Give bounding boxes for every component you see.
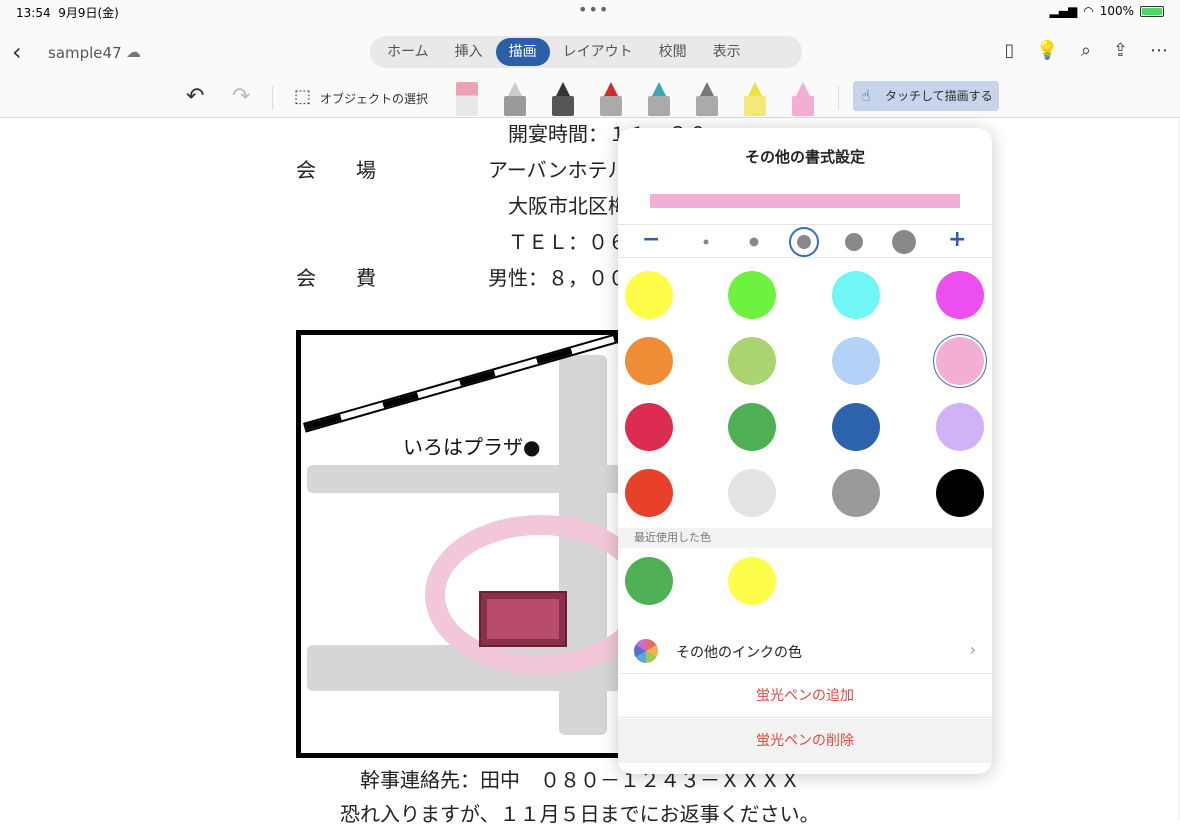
recent-color-swatch[interactable] xyxy=(625,557,673,605)
battery-percent: 100% xyxy=(1099,4,1134,18)
app-header: ‹ sample47 ☁ ホーム 挿入 描画 レイアウト 校閲 表示 ▯ 💡 ⌕… xyxy=(0,24,1180,80)
ribbon-tabs: ホーム 挿入 描画 レイアウト 校閲 表示 xyxy=(370,36,802,68)
add-highlighter-button[interactable]: 蛍光ペンの追加 xyxy=(618,674,992,718)
color-swatch-crimson[interactable] xyxy=(625,403,673,451)
tab-view[interactable]: 表示 xyxy=(700,38,754,66)
tab-insert[interactable]: 挿入 xyxy=(442,38,496,66)
color-swatch-red[interactable] xyxy=(625,469,673,517)
more-ink-colors-row[interactable]: その他のインクの色 › xyxy=(618,628,992,674)
highlighter-pink-tool[interactable] xyxy=(792,82,814,116)
toolbar-divider xyxy=(838,86,839,110)
multitask-dots-icon[interactable]: ••• xyxy=(578,0,609,19)
popup-title: その他の書式設定 xyxy=(744,148,865,166)
undo-icon[interactable]: ↶ xyxy=(186,84,204,109)
color-swatch-light-blue[interactable] xyxy=(832,337,880,385)
select-objects-icon[interactable]: ⬚ xyxy=(294,86,311,107)
tab-home[interactable]: ホーム xyxy=(374,38,442,66)
highlighter-yellow-tool[interactable] xyxy=(744,82,766,116)
document-name[interactable]: sample47 xyxy=(48,44,122,62)
share-icon[interactable]: ⇪ xyxy=(1113,40,1128,61)
color-swatch-lavender[interactable] xyxy=(936,403,984,451)
size-option[interactable] xyxy=(703,239,709,245)
signal-icon: ▂▄▆ xyxy=(1049,4,1078,18)
pen-gray-tool[interactable] xyxy=(696,82,718,116)
format-popup: その他の書式設定 − + 最近使用した色 その他のインクの色 › 蛍光ペンの追加… xyxy=(618,128,992,774)
tab-layout[interactable]: レイアウト xyxy=(550,38,646,66)
lightbulb-icon[interactable]: 💡 xyxy=(1036,40,1058,61)
map-building xyxy=(479,591,567,647)
decrease-size-button[interactable]: − xyxy=(642,227,660,252)
eraser-tool[interactable] xyxy=(456,82,478,116)
doc-line: 会 場 xyxy=(296,158,376,182)
draw-toolbar: ↶ ↷ ⬚ オブジェクトの選択 xyxy=(0,80,1180,118)
tab-draw[interactable]: 描画 xyxy=(495,38,550,66)
chevron-right-icon: › xyxy=(969,640,976,659)
recent-colors-label: 最近使用した色 xyxy=(618,528,992,548)
mobile-view-icon[interactable]: ▯ xyxy=(1004,40,1014,61)
touch-hand-icon: ☝ xyxy=(861,86,871,105)
color-swatch-blue[interactable] xyxy=(832,403,880,451)
color-swatch-magenta[interactable] xyxy=(936,271,984,319)
toolbar-divider xyxy=(272,86,273,110)
stroke-preview xyxy=(650,194,960,208)
status-right: ▂▄▆ ◠ 100% xyxy=(1050,4,1164,18)
color-swatch-cyan[interactable] xyxy=(832,271,880,319)
wifi-icon: ◠ xyxy=(1083,4,1094,18)
touch-draw-label: タッチして描画する xyxy=(885,89,993,103)
search-icon[interactable]: ⌕ xyxy=(1081,40,1091,61)
header-icons: ▯ 💡 ⌕ ⇪ ⋯ xyxy=(1004,40,1168,61)
more-options-icon[interactable]: ⋯ xyxy=(1150,40,1168,61)
doc-line: アーバンホテル xyxy=(488,158,628,182)
status-time: 13:54 9月9日(金) xyxy=(16,6,119,20)
doc-line: 大阪市北区梅 xyxy=(508,194,628,218)
pencil-tool[interactable] xyxy=(504,82,526,116)
tab-review[interactable]: 校閲 xyxy=(646,38,700,66)
color-swatch-lime[interactable] xyxy=(728,337,776,385)
color-swatch-pink-selected[interactable] xyxy=(936,337,984,385)
more-ink-colors-label: その他のインクの色 xyxy=(676,645,802,661)
size-option-selected[interactable] xyxy=(797,235,811,249)
size-option[interactable] xyxy=(845,233,863,251)
map-label: いろはプラザ● xyxy=(403,435,541,459)
size-option[interactable] xyxy=(749,237,759,247)
color-swatch-green[interactable] xyxy=(728,271,776,319)
select-objects-label[interactable]: オブジェクトの選択 xyxy=(320,90,428,107)
delete-highlighter-button[interactable]: 蛍光ペンの削除 xyxy=(618,719,992,763)
pen-teal-tool[interactable] xyxy=(648,82,670,116)
redo-icon[interactable]: ↷ xyxy=(232,84,250,109)
back-chevron-icon[interactable]: ‹ xyxy=(12,38,22,66)
doc-line: 男性：８，００ xyxy=(488,266,628,290)
touch-draw-button[interactable]: ☝ タッチして描画する xyxy=(853,81,999,111)
document-canvas[interactable]: 開宴時間：１１：３０ 会 場 アーバンホテル 大阪市北区梅 ＴＥＬ：０６ 会 費… xyxy=(0,118,1180,826)
increase-size-button[interactable]: + xyxy=(948,227,966,252)
color-swatch-yellow[interactable] xyxy=(625,271,673,319)
map-figure[interactable]: いろはプラザ● xyxy=(296,330,626,758)
battery-icon xyxy=(1140,5,1164,17)
status-bar: 13:54 9月9日(金) ••• ▂▄▆ ◠ 100% xyxy=(0,0,1180,24)
stroke-size-row: − + xyxy=(618,224,992,258)
size-option[interactable] xyxy=(892,230,916,254)
cloud-sync-icon: ☁ xyxy=(126,43,141,61)
recent-color-swatch[interactable] xyxy=(728,557,776,605)
pen-black-tool[interactable] xyxy=(552,82,574,116)
color-swatch-black[interactable] xyxy=(936,469,984,517)
color-swatch-gray[interactable] xyxy=(832,469,880,517)
doc-line: ＴＥＬ：０６ xyxy=(508,230,628,254)
doc-line: 会 費 xyxy=(296,266,376,290)
color-swatch-light-gray[interactable] xyxy=(728,469,776,517)
doc-line: 恐れ入りますが、１１月５日までにお返事ください。 xyxy=(340,802,820,826)
color-swatch-orange[interactable] xyxy=(625,337,673,385)
pen-red-tool[interactable] xyxy=(600,82,622,116)
color-wheel-icon xyxy=(634,639,658,663)
color-swatch-dark-green[interactable] xyxy=(728,403,776,451)
